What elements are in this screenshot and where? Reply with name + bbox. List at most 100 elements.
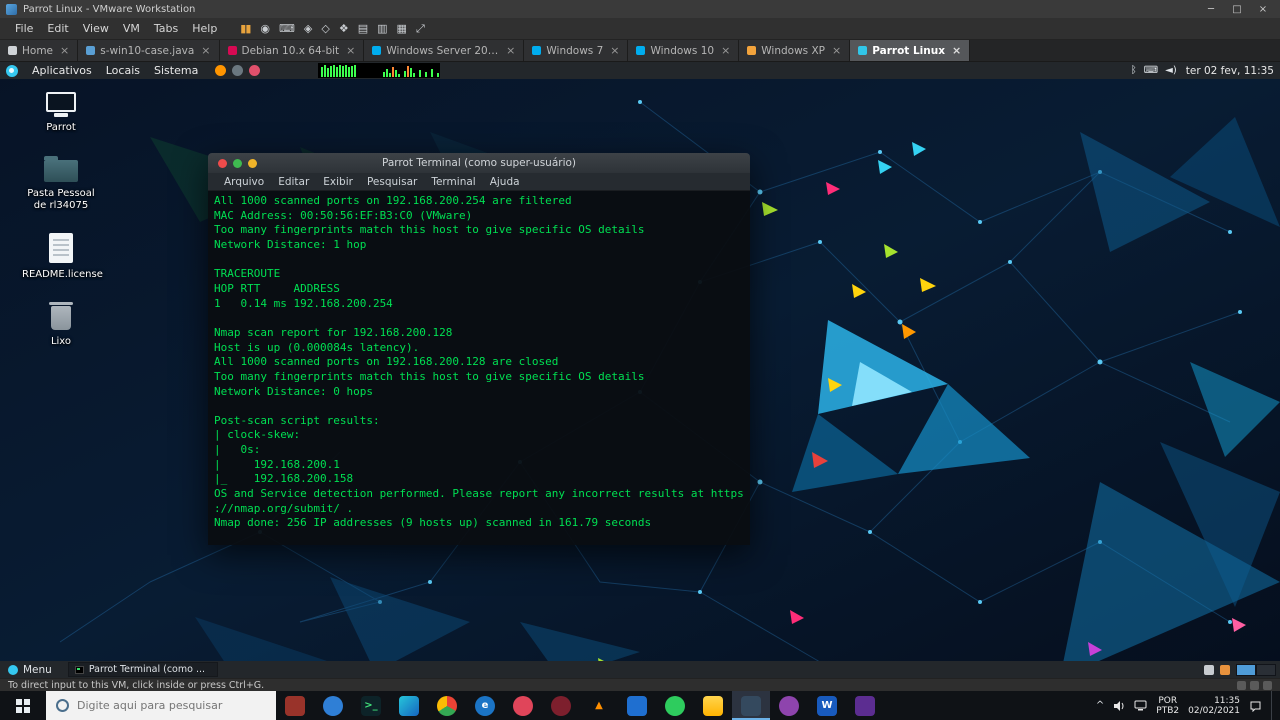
device-icon[interactable] <box>1250 680 1259 690</box>
taskbar-app[interactable] <box>276 691 314 720</box>
desktop-icon[interactable]: README.license <box>22 232 103 282</box>
taskbar-app[interactable]: ▲ <box>580 691 618 720</box>
terminal-menu-item[interactable]: Terminal <box>425 176 481 188</box>
clock[interactable]: 11:35 02/02/2021 <box>1188 696 1240 716</box>
tab-close-icon[interactable] <box>58 44 69 57</box>
desktop-icon[interactable]: Pasta Pessoal de rl34075 <box>22 155 100 213</box>
vmware-menu-item[interactable]: File <box>8 22 40 35</box>
taskbar-app[interactable] <box>656 691 694 720</box>
tab-close-icon[interactable] <box>199 44 210 57</box>
vm-tab[interactable]: Windows XP <box>739 40 851 61</box>
panel-launcher-icon[interactable] <box>249 65 261 76</box>
tab-close-icon[interactable] <box>504 44 515 57</box>
vmware-menu-item[interactable]: Tabs <box>147 22 185 35</box>
system-monitor-applet[interactable] <box>318 63 441 78</box>
taskbar-app[interactable] <box>504 691 542 720</box>
vm-tab[interactable]: Debian 10.x 64-bit <box>219 40 365 61</box>
taskbar-search[interactable] <box>46 691 276 720</box>
window-control-dot[interactable] <box>233 158 242 168</box>
vm-tab[interactable]: Windows Server 2016 <box>364 40 525 61</box>
search-input[interactable] <box>77 699 266 712</box>
toolbar-icon[interactable]: ❖ <box>339 23 349 34</box>
vm-tab[interactable]: Windows 10 <box>628 40 740 61</box>
device-icon[interactable] <box>1237 680 1246 690</box>
vmware-menu-item[interactable]: View <box>76 22 116 35</box>
taskbar-window-button[interactable]: Parrot Terminal (como ... <box>67 662 218 677</box>
toolbar-icon[interactable]: ⌨ <box>279 23 295 34</box>
terminal-titlebar[interactable]: Parrot Terminal (como super-usuário) <box>208 153 750 173</box>
taskbar-app[interactable] <box>314 691 352 720</box>
window-control-dot[interactable] <box>218 158 227 168</box>
toolbar-icon[interactable]: ⤢ <box>416 23 425 34</box>
taskbar-app[interactable] <box>846 691 884 720</box>
vm-tab[interactable]: s-win10-case.java <box>78 40 220 61</box>
close-window-button[interactable]: × <box>1250 4 1276 15</box>
start-button[interactable] <box>0 691 46 720</box>
action-center-icon[interactable] <box>1249 700 1262 712</box>
toolbar-icon[interactable]: ◈ <box>304 23 313 34</box>
taskbar-app[interactable] <box>542 691 580 720</box>
vmware-menu-item[interactable]: VM <box>116 22 147 35</box>
vmware-menu-item[interactable]: Help <box>185 22 224 35</box>
toolbar-icon[interactable]: ▮▮ <box>240 23 251 34</box>
panel-status-icon[interactable]: ◄) <box>1165 65 1177 76</box>
terminal-output[interactable]: All 1000 scanned ports on 192.168.200.25… <box>208 191 750 545</box>
tab-close-icon[interactable] <box>608 44 619 57</box>
show-desktop-button[interactable] <box>1271 691 1276 720</box>
workspace-1[interactable] <box>1236 663 1256 676</box>
panel-menu-item[interactable]: Aplicativos <box>25 64 99 77</box>
clipboard-applet-icon[interactable] <box>1204 664 1214 675</box>
taskbar-app[interactable] <box>732 691 770 720</box>
toolbar-icon[interactable]: ▦ <box>397 23 407 34</box>
parrot-menu-icon[interactable] <box>6 64 18 77</box>
taskbar-app[interactable] <box>694 691 732 720</box>
volume-icon[interactable] <box>1113 700 1125 712</box>
panel-menu-item[interactable]: Locais <box>99 64 147 77</box>
panel-clock[interactable]: ter 02 fev, 11:35 <box>1186 65 1274 77</box>
parrot-menu-button[interactable]: Menu <box>4 662 60 677</box>
vm-display[interactable]: Aplicativos Locais Sistema ᛒ ⌨ ◄) ter 02… <box>0 62 1280 678</box>
vm-tab[interactable]: Parrot Linux <box>850 40 971 61</box>
tab-close-icon[interactable] <box>344 44 355 57</box>
toolbar-icon[interactable]: ◇ <box>321 23 330 34</box>
vm-tab[interactable]: Windows 7 <box>524 40 629 61</box>
vmware-menu-item[interactable]: Edit <box>40 22 75 35</box>
panel-launcher-icon[interactable] <box>232 65 244 76</box>
minimize-window-button[interactable]: ─ <box>1198 4 1224 15</box>
language-indicator[interactable]: POR PTB2 <box>1156 696 1179 716</box>
device-icon[interactable] <box>1263 680 1272 690</box>
vm-tab[interactable]: Home <box>0 40 79 61</box>
terminal-menu-item[interactable]: Pesquisar <box>361 176 423 188</box>
toolbar-icon[interactable]: ◉ <box>260 23 270 34</box>
network-icon[interactable] <box>1134 700 1147 711</box>
panel-launcher-icon[interactable] <box>215 65 227 76</box>
panel-status-icon[interactable]: ⌨ <box>1144 65 1158 76</box>
taskbar-app[interactable] <box>770 691 808 720</box>
hidden-icons-chevron[interactable]: ^ <box>1096 700 1104 711</box>
tab-close-icon[interactable] <box>830 44 841 57</box>
terminal-menu-item[interactable]: Exibir <box>317 176 359 188</box>
maximize-window-button[interactable]: □ <box>1224 4 1250 15</box>
terminal-menu-item[interactable]: Arquivo <box>218 176 270 188</box>
taskbar-app[interactable]: >_ <box>352 691 390 720</box>
toolbar-icon[interactable]: ▥ <box>377 23 387 34</box>
panel-status-icon[interactable]: ᛒ <box>1131 65 1137 76</box>
panel-menu-item[interactable]: Sistema <box>147 64 205 77</box>
tab-close-icon[interactable] <box>950 44 961 57</box>
terminal-menu-item[interactable]: Ajuda <box>484 176 526 188</box>
terminal-menu-item[interactable]: Editar <box>272 176 315 188</box>
taskbar-app[interactable] <box>390 691 428 720</box>
taskbar-app[interactable] <box>618 691 656 720</box>
workspace-switcher[interactable] <box>1236 663 1276 676</box>
toolbar-icon[interactable]: ▤ <box>358 23 368 34</box>
taskbar-app[interactable] <box>428 691 466 720</box>
notification-applet-icon[interactable] <box>1220 664 1230 675</box>
taskbar-app[interactable]: W <box>808 691 846 720</box>
taskbar-app[interactable]: e <box>466 691 504 720</box>
terminal-window[interactable]: Parrot Terminal (como super-usuário) Arq… <box>208 153 750 545</box>
desktop-icon[interactable]: Parrot <box>22 92 100 135</box>
tab-close-icon[interactable] <box>719 44 730 57</box>
window-control-dot[interactable] <box>248 158 257 168</box>
desktop-icon[interactable]: Lixo <box>22 301 100 349</box>
workspace-2[interactable] <box>1256 663 1276 676</box>
